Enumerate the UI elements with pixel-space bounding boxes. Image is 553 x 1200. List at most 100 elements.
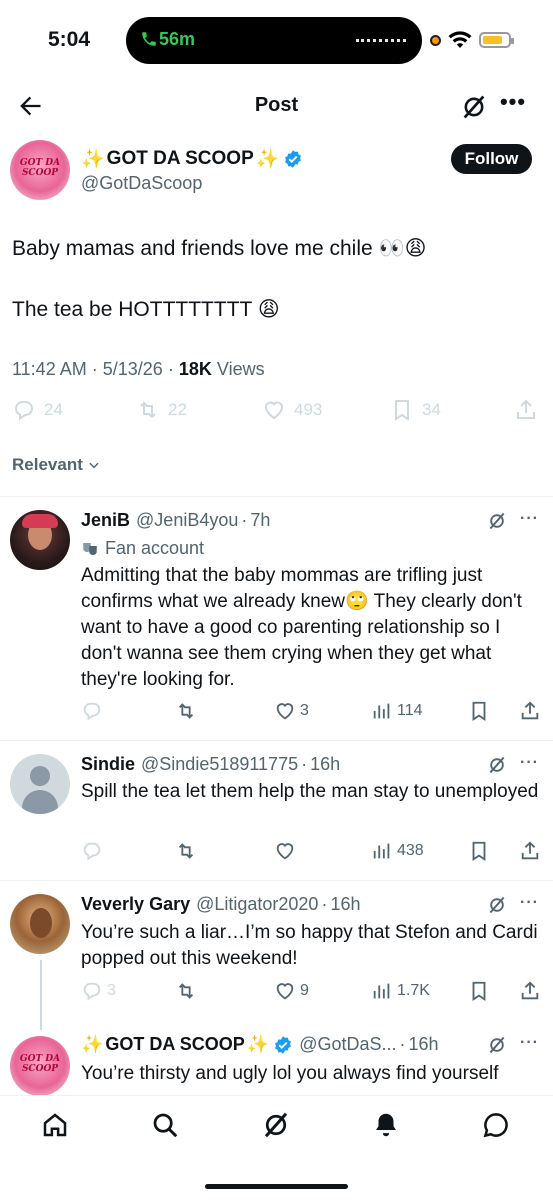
bookmark-stat[interactable]: 34 xyxy=(390,398,441,422)
repost-icon xyxy=(178,983,194,999)
heart-icon xyxy=(276,983,294,1000)
reply-name-row[interactable]: ✨ GOT DA SCOOP ✨ @GotDaS... · 16h xyxy=(81,1034,439,1055)
views-button[interactable]: 114 xyxy=(371,700,423,722)
share-icon xyxy=(521,701,539,720)
reply-handle: @Litigator2020 xyxy=(196,894,319,914)
more-horizontal-icon[interactable]: ··· xyxy=(520,754,540,772)
reply-actions: 3 114 xyxy=(0,700,553,726)
sparkle-emoji: ✨ xyxy=(81,149,105,170)
grok-icon[interactable] xyxy=(487,895,507,915)
battery-icon xyxy=(479,32,514,48)
repost-button[interactable] xyxy=(175,840,197,862)
nav-messages[interactable] xyxy=(481,1110,511,1140)
views-icon xyxy=(373,983,390,999)
post-header: Post ••• xyxy=(0,80,553,132)
share-button[interactable] xyxy=(519,840,541,862)
status-time: 5:04 xyxy=(48,28,91,51)
reply-text: Admitting that the baby mommas are trifl… xyxy=(81,565,522,690)
nav-search[interactable] xyxy=(150,1110,180,1140)
grok-icon[interactable] xyxy=(487,1035,507,1055)
grok-icon xyxy=(264,1112,288,1138)
bookmark-button[interactable] xyxy=(468,700,490,722)
author-handle[interactable]: @GotDaScoop xyxy=(81,173,202,194)
author-avatar[interactable]: GOT DA SCOOP xyxy=(10,140,70,200)
repost-icon xyxy=(178,843,194,859)
bookmark-icon xyxy=(472,981,486,1001)
views-count: 18K xyxy=(178,359,212,379)
verified-badge-icon xyxy=(275,1035,292,1054)
chevron-down-icon xyxy=(89,462,99,469)
reply-text: Spill the tea let them help the man stay… xyxy=(81,781,539,802)
reply-handle: @Sindie518911775 xyxy=(141,754,299,774)
mic-indicator-icon xyxy=(430,34,441,46)
share-icon xyxy=(521,841,539,860)
status-icons xyxy=(430,28,514,52)
follow-button[interactable]: Follow xyxy=(451,144,532,174)
reply-button[interactable] xyxy=(81,840,103,862)
reply-name-row[interactable]: Veverly Gary @Litigator2020 · 16h xyxy=(81,894,361,915)
share-button[interactable] xyxy=(519,980,541,1002)
divider xyxy=(0,880,553,881)
like-stat[interactable]: 493 xyxy=(262,398,322,422)
nav-home[interactable] xyxy=(40,1110,70,1140)
heart-icon xyxy=(276,843,294,860)
reply-icon xyxy=(83,842,101,861)
repost-icon xyxy=(140,401,156,419)
reply-button[interactable]: 3 xyxy=(81,980,116,1002)
grok-icon[interactable] xyxy=(487,755,507,775)
post-text-line1: Baby mamas and friends love me chile 👀😩 xyxy=(12,237,427,260)
bookmark-button[interactable] xyxy=(468,980,490,1002)
views-button[interactable]: 1.7K xyxy=(371,980,430,1002)
reply-name-row[interactable]: Sindie @Sindie518911775 · 16h xyxy=(81,754,340,775)
more-horizontal-icon[interactable]: ··· xyxy=(520,510,540,528)
home-indicator[interactable] xyxy=(205,1184,348,1189)
share-stat[interactable] xyxy=(514,398,538,422)
share-button[interactable] xyxy=(519,700,541,722)
nav-notifications[interactable] xyxy=(371,1110,401,1140)
sort-dropdown[interactable]: Relevant xyxy=(12,455,101,475)
share-icon xyxy=(517,399,535,419)
reply-avatar[interactable] xyxy=(10,510,70,570)
bookmark-icon xyxy=(472,701,486,721)
heart-icon xyxy=(276,703,294,720)
phone-icon xyxy=(142,32,156,46)
more-horizontal-icon[interactable]: ··· xyxy=(520,894,540,912)
reply-avatar[interactable]: GOT DA SCOOP xyxy=(10,1036,70,1096)
more-horizontal-icon[interactable]: ··· xyxy=(520,1034,540,1052)
bookmark-button[interactable] xyxy=(468,840,490,862)
grok-icon[interactable] xyxy=(487,511,507,531)
fan-account-badge: Fan account xyxy=(81,538,204,559)
repost-button[interactable] xyxy=(175,980,197,1002)
bell-icon xyxy=(376,1113,396,1137)
reply-handle: @JeniB4you xyxy=(136,510,239,530)
grok-icon[interactable] xyxy=(460,93,488,121)
call-duration: 56m xyxy=(159,29,196,49)
divider xyxy=(0,740,553,741)
repost-button[interactable] xyxy=(175,700,197,722)
bookmark-icon xyxy=(472,841,486,861)
more-horizontal-icon[interactable]: ••• xyxy=(498,91,528,120)
nav-grok[interactable] xyxy=(261,1110,291,1140)
views-icon xyxy=(373,843,390,859)
share-icon xyxy=(521,981,539,1000)
reply-name-row[interactable]: JeniB @JeniB4you · 7h xyxy=(81,510,270,531)
reply-author-name: JeniB xyxy=(81,510,131,530)
reply-button[interactable] xyxy=(81,700,103,722)
dynamic-island[interactable]: 56m xyxy=(126,17,422,64)
repost-icon xyxy=(178,703,194,719)
reply-icon xyxy=(14,401,34,421)
reply-text: You’re such a liar…I’m so happy that Ste… xyxy=(81,922,538,969)
post-meta: 11:42 AM · 5/13/26 · 18K Views xyxy=(12,359,265,379)
home-icon xyxy=(43,1113,67,1137)
repost-stat[interactable]: 22 xyxy=(136,398,187,422)
author-name-row[interactable]: ✨ GOT DA SCOOP ✨ xyxy=(81,147,303,171)
views-button[interactable]: 438 xyxy=(371,840,424,862)
reply-stat[interactable]: 24 xyxy=(12,398,63,422)
like-button[interactable] xyxy=(274,840,296,862)
like-button[interactable]: 9 xyxy=(274,980,309,1002)
reply-avatar[interactable] xyxy=(10,894,70,954)
like-button[interactable]: 3 xyxy=(274,700,309,722)
status-bar: 5:04 56m xyxy=(0,0,553,80)
reply-avatar[interactable] xyxy=(10,754,70,814)
sparkle-emoji: ✨ xyxy=(255,149,280,170)
